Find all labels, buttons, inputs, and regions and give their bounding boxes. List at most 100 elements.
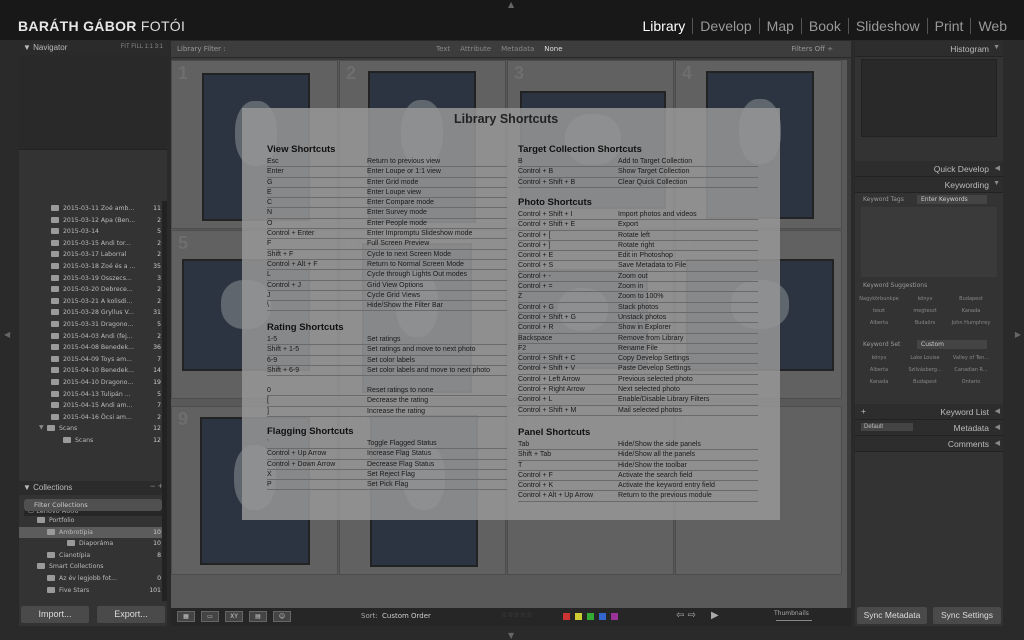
module-develop[interactable]: Develop bbox=[692, 18, 758, 34]
sync-metadata-button[interactable]: Sync Metadata bbox=[857, 607, 927, 624]
play-slideshow-icon[interactable]: ▶ bbox=[711, 610, 719, 621]
folder-item[interactable]: Scans 12 bbox=[19, 435, 167, 447]
module-book[interactable]: Book bbox=[800, 18, 848, 34]
thumbnail-size-slider[interactable] bbox=[776, 620, 812, 621]
folder-item[interactable]: 2015-04-13 Tulipán ... 5 bbox=[19, 389, 167, 401]
folder-item[interactable]: 2015-03-31 Dragono... 5 bbox=[19, 319, 167, 331]
collection-item[interactable]: Cianotípia 8 bbox=[19, 550, 167, 562]
folder-item[interactable]: ▼ Scans 12 bbox=[19, 423, 167, 435]
keyword-chip[interactable]: megteszt bbox=[905, 308, 945, 314]
folder-item[interactable]: 2015-03-15 Andi tor... 2 bbox=[19, 238, 167, 250]
export-button[interactable]: Export... bbox=[97, 606, 165, 623]
histogram-header[interactable]: Histogram ▼ bbox=[855, 41, 1003, 57]
filter-collections-input[interactable]: Filter Collections bbox=[24, 499, 162, 511]
keyword-chip[interactable]: Canadian R... bbox=[951, 367, 991, 373]
keyword-chip[interactable]: teszt bbox=[859, 308, 899, 314]
expand-triangle-icon[interactable]: ▼ bbox=[39, 424, 44, 431]
top-panel-toggle-icon[interactable]: ▲ bbox=[508, 0, 514, 9]
comments-header[interactable]: Comments ◀ bbox=[855, 436, 1003, 452]
filter-none[interactable]: None bbox=[544, 45, 562, 53]
prev-arrow-icon[interactable]: ⇦ ⇨ bbox=[676, 610, 696, 621]
module-library[interactable]: Library bbox=[636, 18, 693, 34]
filter-attribute[interactable]: Attribute bbox=[460, 45, 491, 53]
filter-presets[interactable]: Filters Off ÷ bbox=[791, 45, 833, 53]
module-slideshow[interactable]: Slideshow bbox=[847, 18, 927, 34]
keyword-chip[interactable]: Alberta bbox=[859, 367, 899, 373]
keyword-chip[interactable]: Alberta bbox=[859, 320, 899, 326]
keyword-chip[interactable]: Budaörs bbox=[905, 320, 945, 326]
folder-item[interactable]: 2015-04-16 Öcsi am... 2 bbox=[19, 412, 167, 424]
keyword-chip[interactable]: könyv bbox=[905, 296, 945, 302]
folder-item[interactable]: 2015-04-15 Andi am... 7 bbox=[19, 400, 167, 412]
keyword-chip[interactable]: Ontario bbox=[951, 379, 991, 385]
keyword-chip[interactable]: John Humphrey bbox=[951, 320, 991, 326]
folder-item[interactable]: 2015-03-12 Apa (Ben... 2 bbox=[19, 215, 167, 227]
folder-item[interactable]: 2015-03-14 5 bbox=[19, 226, 167, 238]
people-view-icon[interactable]: ☺ bbox=[273, 611, 291, 622]
collections-header[interactable]: ▼ Collections − + bbox=[19, 481, 167, 495]
keyword-chip[interactable]: könyv bbox=[859, 355, 899, 361]
filmstrip-toggle-icon[interactable]: ▼ bbox=[508, 631, 514, 640]
keyword-tags-select[interactable]: Enter Keywords bbox=[917, 195, 987, 204]
collection-item[interactable]: Az év legjobb fot... 0 bbox=[19, 573, 167, 585]
sort-select[interactable]: Custom Order bbox=[382, 612, 431, 620]
module-print[interactable]: Print bbox=[926, 18, 971, 34]
sync-settings-button[interactable]: Sync Settings bbox=[933, 607, 1001, 624]
keyword-chip[interactable]: Lake Louise bbox=[905, 355, 945, 361]
folder-item[interactable]: 2015-04-10 Dragono... 19 bbox=[19, 377, 167, 389]
label-blue-icon[interactable] bbox=[599, 613, 606, 620]
folder-item[interactable]: 2015-03-28 Gryllus V... 31 bbox=[19, 307, 167, 319]
collection-item[interactable]: Smart Collections bbox=[19, 561, 167, 573]
keyword-tags-field[interactable] bbox=[861, 207, 997, 277]
loupe-view-icon[interactable]: ▭ bbox=[201, 611, 219, 622]
import-button[interactable]: Import... bbox=[21, 606, 89, 623]
folder-item[interactable]: 2015-04-08 Benedek... 36 bbox=[19, 342, 167, 354]
collection-item[interactable]: Five Stars 101 bbox=[19, 585, 167, 597]
collection-item[interactable]: Diaporáma 10 bbox=[19, 538, 167, 550]
left-panel-toggle-icon[interactable]: ◀ bbox=[4, 330, 10, 339]
navigator-preview[interactable] bbox=[19, 55, 167, 150]
shortcut-key: Control + Enter bbox=[267, 230, 315, 238]
label-green-icon[interactable] bbox=[587, 613, 594, 620]
keyword-chip[interactable]: Kanada bbox=[859, 379, 899, 385]
folder-item[interactable]: 2015-03-21 A kolisdi... 2 bbox=[19, 296, 167, 308]
keyword-chip[interactable]: Kanada bbox=[951, 308, 991, 314]
keyword-chip[interactable]: Budapest bbox=[905, 379, 945, 385]
folder-item[interactable]: 2015-04-09 Toys am... 7 bbox=[19, 354, 167, 366]
survey-view-icon[interactable]: ▤ bbox=[249, 611, 267, 622]
keywording-header[interactable]: Keywording ▼ bbox=[855, 177, 1003, 193]
right-panel-toggle-icon[interactable]: ▶ bbox=[1015, 330, 1021, 339]
keyword-chip[interactable]: Budapest bbox=[951, 296, 991, 302]
collection-item[interactable]: Portfolio bbox=[19, 515, 167, 527]
keyword-chip[interactable]: Valley of Ten... bbox=[951, 355, 991, 361]
module-web[interactable]: Web bbox=[970, 18, 1014, 34]
library-shortcuts-overlay[interactable]: Library Shortcuts View Shortcuts Esc Retur… bbox=[242, 108, 780, 520]
folder-item[interactable]: 2015-03-11 Zoé amb... 11 bbox=[19, 203, 167, 215]
label-purple-icon[interactable] bbox=[611, 613, 618, 620]
folder-item[interactable]: 2015-03-20 Debrece... 2 bbox=[19, 284, 167, 296]
grid-view-icon[interactable]: ▦ bbox=[177, 611, 195, 622]
label-yellow-icon[interactable] bbox=[575, 613, 582, 620]
compare-view-icon[interactable]: XY bbox=[225, 611, 243, 622]
keyword-chip[interactable]: Nagykörbunkpe bbox=[859, 296, 899, 302]
folder-item[interactable]: 2015-03-19 Osszecs... 3 bbox=[19, 273, 167, 285]
label-red-icon[interactable] bbox=[563, 613, 570, 620]
module-map[interactable]: Map bbox=[758, 18, 801, 34]
keyword-set-select[interactable]: Custom bbox=[917, 340, 987, 349]
keyword-list-header[interactable]: + Keyword List ◀ bbox=[855, 404, 1003, 420]
keyword-chip[interactable]: Szilvásberg... bbox=[905, 367, 945, 373]
left-scrollbar[interactable] bbox=[162, 201, 167, 601]
navigator-header[interactable]: ▼ Navigator FIT FILL 1:1 3:1 bbox=[19, 41, 167, 55]
metadata-header[interactable]: Default Metadata ◀ bbox=[855, 420, 1003, 436]
folder-item[interactable]: 2015-03-17 Laborral 2 bbox=[19, 249, 167, 261]
metadata-preset-select[interactable]: Default bbox=[861, 423, 913, 431]
quick-develop-header[interactable]: Quick Develop ◀ bbox=[855, 161, 1003, 177]
collection-item[interactable]: Ambrotípia 10 bbox=[19, 526, 167, 539]
folder-item[interactable]: 2015-04-10 Benedek... 14 bbox=[19, 365, 167, 377]
folder-item[interactable]: 2015-03-18 Zoé és a ... 35 bbox=[19, 261, 167, 273]
folder-item[interactable]: 2015-04-03 Andi (fej... 2 bbox=[19, 331, 167, 343]
filter-metadata[interactable]: Metadata bbox=[501, 45, 534, 53]
navigator-zoom[interactable]: FIT FILL 1:1 3:1 bbox=[121, 44, 163, 50]
rating-stars-icon[interactable]: ☆☆☆☆☆ bbox=[501, 611, 532, 619]
filter-text[interactable]: Text bbox=[436, 45, 450, 53]
